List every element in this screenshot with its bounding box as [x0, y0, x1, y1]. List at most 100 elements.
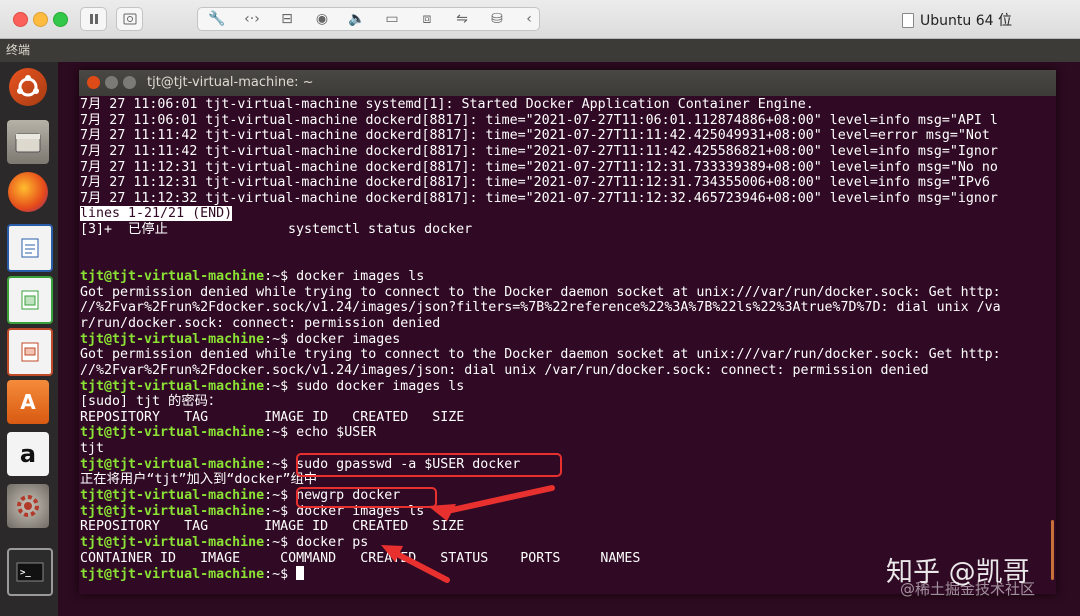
terminal-output-line: 7月 27 11:12:32 tjt-virtual-machine docke…	[80, 191, 1050, 207]
terminal-output-line: lines 1-21/21 (END)	[80, 206, 1050, 222]
prompt-suffix: :~$	[264, 503, 297, 519]
output-text: REPOSITORY TAG IMAGE ID CREATED SIZE	[80, 519, 465, 535]
terminal-command-line: tjt@tjt-virtual-machine:~$ docker images	[80, 332, 1050, 348]
terminal-maximize-button[interactable]	[123, 76, 136, 89]
audio-icon[interactable]: 🔈	[346, 9, 368, 29]
shell-prompt: tjt@tjt-virtual-machine	[80, 534, 265, 550]
snapshot-icon[interactable]	[116, 7, 143, 31]
terminal-output-line: REPOSITORY TAG IMAGE ID CREATED SIZE	[80, 519, 1050, 535]
prompt-suffix: :~$	[264, 567, 297, 583]
shell-prompt: tjt@tjt-virtual-machine	[80, 425, 265, 441]
pager-status: lines 1-21/21 (END)	[80, 206, 233, 222]
terminal-command-line: tjt@tjt-virtual-machine:~$ sudo gpasswd …	[80, 457, 1050, 473]
terminal-output-line: 7月 27 11:12:31 tjt-virtual-machine docke…	[80, 175, 1050, 191]
terminal-command-line: tjt@tjt-virtual-machine:~$ sudo docker i…	[80, 379, 1050, 395]
command-text: docker images	[296, 331, 401, 347]
prompt-suffix: :~$	[264, 331, 297, 347]
terminal-command-line: tjt@tjt-virtual-machine:~$ newgrp docker	[80, 488, 1050, 504]
terminal-command-line: tjt@tjt-virtual-machine:~$ docker images…	[80, 269, 1050, 285]
terminal-output-line: [3]+ 已停止 systemctl status docker	[80, 222, 1050, 238]
terminal-output-line: //%2Fvar%2Frun%2Fdocker.sock/v1.24/image…	[80, 363, 1050, 379]
settings-wrench-icon[interactable]: 🔧	[206, 9, 228, 29]
output-text: tjt	[80, 441, 105, 457]
camera-icon[interactable]: ◉	[311, 9, 333, 29]
minimize-window-button[interactable]	[33, 12, 48, 27]
prompt-suffix: :~$	[264, 269, 297, 285]
output-text: CONTAINER ID IMAGE COMMAND CREATED STATU…	[80, 550, 641, 566]
terminal-output[interactable]: 7月 27 11:06:01 tjt-virtual-machine syste…	[80, 97, 1050, 592]
highlight-gpasswd-command	[296, 453, 562, 477]
code-icon[interactable]: ‹·›	[241, 9, 263, 29]
terminal-output-line: [sudo] tjt 的密码：	[80, 394, 1050, 410]
output-text: Got permission denied while trying to co…	[80, 347, 1001, 363]
terminal-output-line: 正在将用户“tjt”加入到“docker”组中	[80, 472, 1050, 488]
active-app-title: 终端	[6, 43, 31, 57]
prompt-suffix: :~$	[264, 425, 297, 441]
terminal-output-line: //%2Fvar%2Frun%2Fdocker.sock/v1.24/image…	[80, 300, 1050, 316]
vm-host-toolbar: 🔧 ‹·› ⊟ ◉ 🔈 ▭ ⧈ ⇋ ⛁ ‹ Ubuntu 64 位	[0, 0, 1080, 39]
prompt-suffix: :~$	[264, 534, 297, 550]
terminal-launcher-icon[interactable]: >_	[7, 548, 53, 596]
ubuntu-launcher: A a >_	[0, 62, 58, 616]
software-center-icon[interactable]: A	[7, 380, 49, 424]
usb-icon[interactable]: ⇋	[451, 9, 473, 29]
terminal-output-line: 7月 27 11:12:31 tjt-virtual-machine docke…	[80, 160, 1050, 176]
system-settings-icon[interactable]	[7, 484, 49, 528]
output-text: 7月 27 11:12:31 tjt-virtual-machine docke…	[80, 159, 998, 175]
firefox-icon[interactable]	[8, 172, 48, 212]
command-text: docker ps	[296, 534, 369, 550]
svg-text:>_: >_	[20, 568, 31, 578]
terminal-close-button[interactable]	[87, 76, 100, 89]
terminal-title: tjt@tjt-virtual-machine: ~	[147, 75, 314, 90]
zoom-window-button[interactable]	[53, 12, 68, 27]
terminal-window: tjt@tjt-virtual-machine: ~ 7月 27 11:06:0…	[79, 70, 1056, 594]
shell-prompt: tjt@tjt-virtual-machine	[80, 488, 265, 504]
shell-prompt: tjt@tjt-virtual-machine	[80, 503, 265, 519]
libreoffice-writer-icon[interactable]	[7, 224, 53, 272]
shell-prompt: tjt@tjt-virtual-machine	[80, 567, 265, 583]
output-text: 7月 27 11:06:01 tjt-virtual-machine syste…	[80, 97, 814, 112]
terminal-output-line: 7月 27 11:11:42 tjt-virtual-machine docke…	[80, 144, 1050, 160]
terminal-output-line: 7月 27 11:11:42 tjt-virtual-machine docke…	[80, 128, 1050, 144]
files-icon[interactable]	[7, 120, 49, 164]
output-text: 7月 27 11:11:42 tjt-virtual-machine docke…	[80, 128, 990, 144]
pause-icon[interactable]	[80, 7, 107, 31]
libreoffice-impress-icon[interactable]	[7, 328, 53, 376]
output-text: 7月 27 11:12:31 tjt-virtual-machine docke…	[80, 175, 990, 191]
command-text: docker images ls	[296, 269, 425, 285]
terminal-output-line: tjt	[80, 441, 1050, 457]
drive-icon[interactable]: ⊟	[276, 9, 298, 29]
output-text: 7月 27 11:12:32 tjt-virtual-machine docke…	[80, 190, 998, 206]
output-text: [sudo] tjt 的密码：	[80, 394, 222, 410]
output-text: 7月 27 11:11:42 tjt-virtual-machine docke…	[80, 143, 998, 159]
terminal-command-line: tjt@tjt-virtual-machine:~$ docker images…	[80, 504, 1050, 520]
shell-prompt: tjt@tjt-virtual-machine	[80, 269, 265, 285]
close-window-button[interactable]	[13, 12, 28, 27]
amazon-icon[interactable]: a	[7, 432, 49, 476]
output-text: //%2Fvar%2Frun%2Fdocker.sock/v1.24/image…	[80, 362, 929, 378]
prompt-suffix: :~$	[264, 456, 297, 472]
output-text: REPOSITORY TAG IMAGE ID CREATED SIZE	[80, 409, 465, 425]
highlight-newgrp-command	[296, 487, 437, 508]
device-toolbar-group: 🔧 ‹·› ⊟ ◉ 🔈 ▭ ⧈ ⇋ ⛁ ‹	[197, 7, 540, 31]
prompt-suffix: :~$	[264, 488, 297, 504]
terminal-output-line: 7月 27 11:06:01 tjt-virtual-machine syste…	[80, 97, 1050, 113]
terminal-output-line: Got permission denied while trying to co…	[80, 285, 1050, 301]
watermark-sub: @稀土掘金技术社区	[900, 580, 1036, 598]
vm-name: Ubuntu 64 位	[920, 13, 1012, 29]
chevron-left-icon[interactable]: ‹	[518, 9, 540, 29]
video-icon[interactable]: ▭	[381, 9, 403, 29]
shared-folder-icon[interactable]: ⛁	[486, 9, 508, 29]
shell-prompt: tjt@tjt-virtual-machine	[80, 378, 265, 394]
output-text: 7月 27 11:06:01 tjt-virtual-machine docke…	[80, 112, 998, 128]
terminal-minimize-button[interactable]	[105, 76, 118, 89]
display-icon[interactable]: ⧈	[416, 9, 438, 29]
libreoffice-calc-icon[interactable]	[7, 276, 53, 324]
vm-title: Ubuntu 64 位	[902, 10, 1012, 30]
ubuntu-dash-icon[interactable]	[9, 68, 47, 106]
command-text: echo $USER	[296, 425, 377, 441]
prompt-suffix: :~$	[264, 378, 297, 394]
terminal-scrollbar[interactable]	[1051, 520, 1054, 580]
